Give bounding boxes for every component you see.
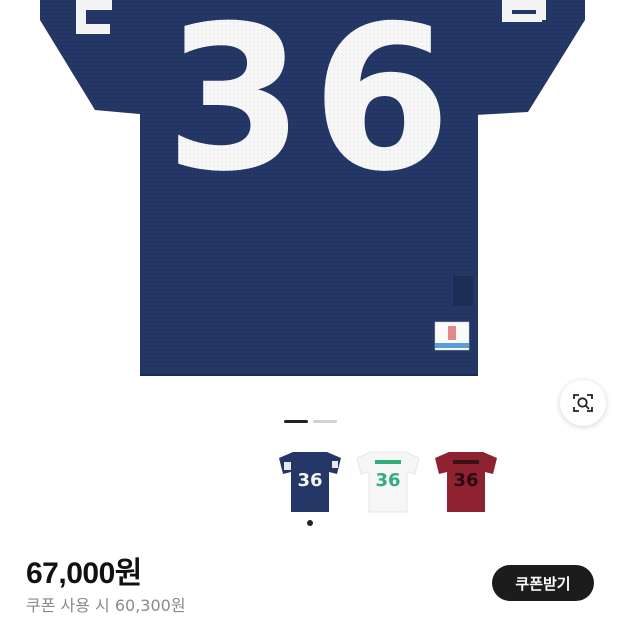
product-price: 67,000원 [26,557,142,590]
burgundy-jersey-thumb: 36 [435,452,497,512]
get-coupon-button[interactable]: 쿠폰받기 [492,565,594,601]
coupon-price: 쿠폰 사용 시 60,300원 [26,596,186,615]
color-thumbnails: 36 36 36 [0,446,620,516]
camera-search-icon [573,394,593,412]
svg-text:36: 36 [453,470,478,491]
thumbnail-burgundy[interactable]: 36 [430,446,502,516]
carousel-indicator-active [284,420,308,423]
jersey-tag [434,321,470,351]
thumbnail-navy[interactable]: 36 [274,446,346,516]
svg-text:36: 36 [297,470,322,491]
svg-text:36: 36 [375,470,400,491]
side-vent [453,276,473,306]
product-image[interactable]: 36 [0,0,620,380]
jersey-number: 36 [165,0,459,216]
carousel-indicator [0,420,620,424]
left-sleeve [40,0,150,115]
white-jersey-thumb: 36 [356,451,420,513]
carousel-indicator-inactive[interactable] [313,420,337,423]
selected-thumbnail-dot [307,520,313,526]
jersey-image: 36 [40,0,585,376]
navy-jersey-thumb: 36 [279,452,341,512]
thumbnail-white[interactable]: 36 [352,446,424,516]
